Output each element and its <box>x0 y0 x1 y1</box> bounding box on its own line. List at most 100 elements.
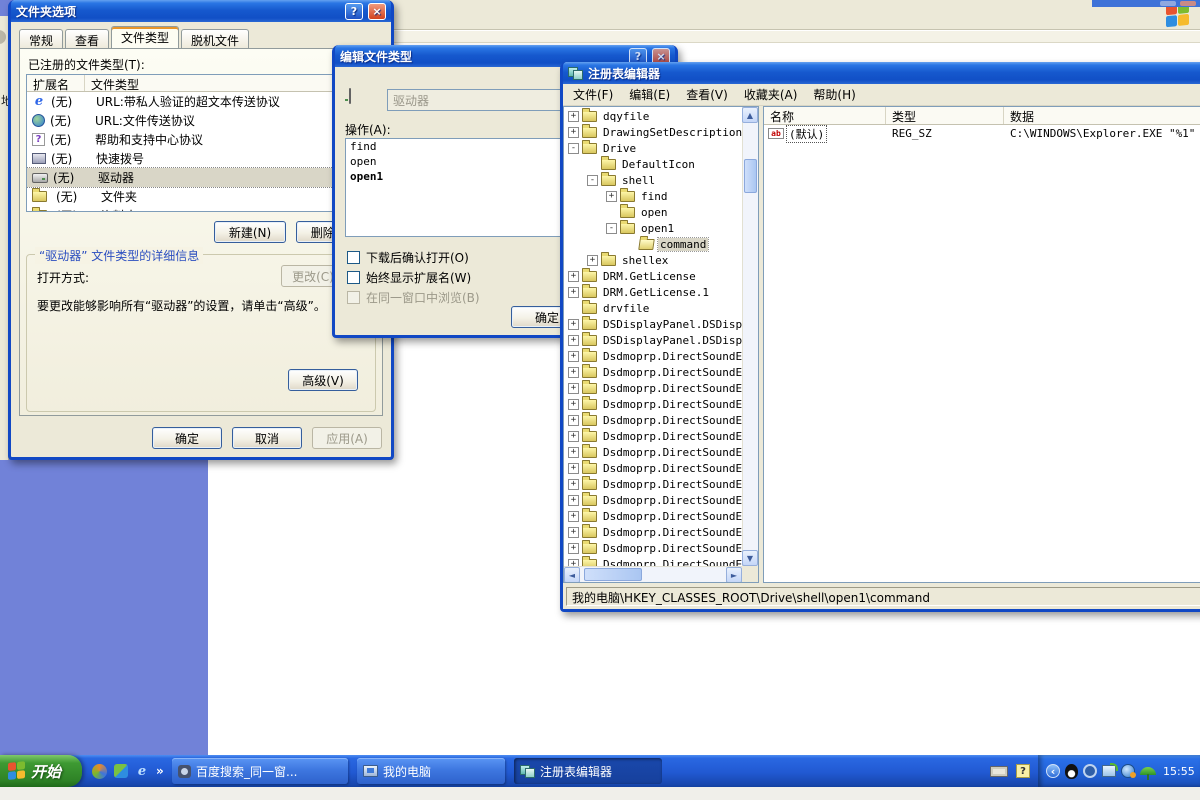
tree-node[interactable]: DefaultIcon <box>564 155 742 172</box>
help-tray-icon[interactable]: ? <box>1016 764 1030 778</box>
file-type-row[interactable]: (无) 资料夹 <box>27 206 359 211</box>
collapse-chevron-icon[interactable]: ‹ <box>1046 764 1060 778</box>
keyboard-icon[interactable] <box>990 765 1008 777</box>
collapse-icon[interactable]: - <box>606 222 617 234</box>
start-button[interactable]: 开始 <box>0 755 82 787</box>
tree-node[interactable]: + dqyfile <box>564 107 742 124</box>
checkbox-row[interactable]: 始终显示扩展名(W) <box>347 269 471 286</box>
expand-icon[interactable]: + <box>568 286 579 298</box>
apply-button[interactable]: 应用(A) <box>312 427 382 449</box>
tab-文件类型[interactable]: 文件类型 <box>111 26 180 48</box>
file-types-listview[interactable]: 扩展名 文件类型 e (无) URL:带私人验证的超文本传送协议 (无) URL:文件传… <box>26 74 376 212</box>
collapse-icon[interactable]: - <box>568 142 579 154</box>
scroll-right-icon[interactable]: ► <box>726 567 742 582</box>
help-button[interactable]: ? <box>345 2 363 20</box>
expand-icon[interactable]: + <box>568 446 579 458</box>
expand-icon[interactable]: + <box>568 318 579 330</box>
expand-icon[interactable]: + <box>568 430 579 442</box>
scroll-up-icon[interactable]: ▲ <box>742 107 758 123</box>
expand-icon[interactable]: + <box>568 366 579 378</box>
chevron-right-icon[interactable]: » <box>156 764 164 778</box>
scroll-left-icon[interactable]: ◄ <box>564 567 580 582</box>
expand-icon[interactable]: + <box>568 462 579 474</box>
folder-options-titlebar[interactable]: 文件夹选项 ? × <box>11 0 391 22</box>
expand-icon[interactable]: + <box>568 558 579 566</box>
tree-node[interactable]: drvfile <box>564 299 742 316</box>
tree-node[interactable]: - open1 <box>564 219 742 236</box>
collapse-icon[interactable]: - <box>587 174 598 186</box>
tree-node[interactable]: + Dsdmoprp.DirectSoundEff <box>564 411 742 428</box>
tree-node[interactable]: + Dsdmoprp.DirectSoundEff <box>564 555 742 566</box>
tree-node[interactable]: - Drive <box>564 139 742 156</box>
expand-icon[interactable]: + <box>568 494 579 506</box>
expand-icon[interactable]: + <box>568 270 579 282</box>
tree-node[interactable]: + DRM.GetLicense <box>564 267 742 284</box>
umbrella-icon[interactable] <box>1140 767 1156 780</box>
taskbar-button[interactable]: 百度搜索_同一窗... <box>172 758 348 784</box>
expand-icon[interactable]: + <box>568 478 579 490</box>
expand-icon[interactable]: + <box>568 510 579 522</box>
checkbox-icon[interactable] <box>347 271 360 284</box>
tree-node[interactable]: + DRM.GetLicense.1 <box>564 283 742 300</box>
file-type-row[interactable]: ? (无) 帮助和支持中心协议 <box>27 130 359 149</box>
checkbox-icon[interactable] <box>347 251 360 264</box>
tree-node[interactable]: + Dsdmoprp.DirectSoundEff <box>564 475 742 492</box>
expand-icon[interactable]: + <box>568 382 579 394</box>
tree-node[interactable]: + Dsdmoprp.DirectSoundEff <box>564 459 742 476</box>
column-name[interactable]: 名称 <box>764 107 886 124</box>
network-icon[interactable] <box>1102 763 1118 777</box>
tree-node[interactable]: + Dsdmoprp.DirectSoundEff <box>564 427 742 444</box>
menu-查看(V)[interactable]: 查看(V) <box>678 84 736 105</box>
file-type-row[interactable]: (无) 快速拨号 <box>27 149 359 168</box>
expand-icon[interactable]: + <box>568 110 579 122</box>
taskbar-button[interactable]: 我的电脑 <box>357 758 505 784</box>
tab-查看[interactable]: 查看 <box>65 29 110 48</box>
expand-icon[interactable]: + <box>587 254 598 266</box>
menu-文件(F)[interactable]: 文件(F) <box>565 84 621 105</box>
expand-icon[interactable]: + <box>568 350 579 362</box>
tree-node[interactable]: + shellex <box>564 251 742 268</box>
file-type-row[interactable]: (无) 驱动器 <box>27 167 359 188</box>
baidu-tray-icon[interactable] <box>1083 764 1097 778</box>
ie-icon[interactable]: e <box>135 764 149 779</box>
value-row[interactable]: ab (默认) REG_SZ C:\WINDOWS\Explorer.EXE "%1" <box>764 124 1200 143</box>
checkbox-row[interactable]: 下载后确认打开(O) <box>347 249 469 266</box>
expand-icon[interactable]: + <box>568 542 579 554</box>
tree-node[interactable]: + Dsdmoprp.DirectSoundEff <box>564 523 742 540</box>
expand-icon[interactable]: + <box>568 526 579 538</box>
checkbox-row[interactable]: 在同一窗口中浏览(B) <box>347 289 480 306</box>
tab-脱机文件[interactable]: 脱机文件 <box>181 29 250 48</box>
expand-icon[interactable]: + <box>568 334 579 346</box>
tree-node[interactable]: + DrawingSetDescription <box>564 123 742 140</box>
tree-node[interactable]: + Dsdmoprp.DirectSoundEff <box>564 539 742 556</box>
tree-node[interactable]: + Dsdmoprp.DirectSoundEff <box>564 491 742 508</box>
tree-node[interactable]: + Dsdmoprp.DirectSoundEff <box>564 363 742 380</box>
checkbox-icon[interactable] <box>347 291 360 304</box>
column-type[interactable]: 类型 <box>886 107 1004 124</box>
tree-node[interactable]: + Dsdmoprp.DirectSoundEff <box>564 379 742 396</box>
tree-node[interactable]: + Dsdmoprp.DirectSoundEff <box>564 347 742 364</box>
globe-icon[interactable] <box>1121 764 1136 778</box>
file-type-row[interactable]: (无) URL:文件传送协议 <box>27 111 359 130</box>
expand-icon[interactable]: + <box>568 414 579 426</box>
tree-node[interactable]: - shell <box>564 171 742 188</box>
tree-vertical-scrollbar[interactable]: ▲ ▼ <box>742 107 758 566</box>
messenger-icon[interactable] <box>114 764 128 778</box>
tree-node[interactable]: command <box>564 236 742 252</box>
horizontal-scroll-thumb[interactable] <box>584 568 642 581</box>
menu-收藏夹(A)[interactable]: 收藏夹(A) <box>736 84 806 105</box>
tree-node[interactable]: open <box>564 203 742 220</box>
advanced-button[interactable]: 高级(V) <box>288 369 358 391</box>
registry-editor-titlebar[interactable]: 注册表编辑器 <box>563 62 1200 84</box>
tab-常规[interactable]: 常规 <box>19 29 64 48</box>
tree-node[interactable]: + DSDisplayPanel.DSDisplay <box>564 315 742 332</box>
cancel-button[interactable]: 取消 <box>232 427 302 449</box>
column-extension[interactable]: 扩展名 <box>27 75 85 92</box>
new-button[interactable]: 新建(N) <box>214 221 286 243</box>
tree-node[interactable]: + Dsdmoprp.DirectSoundEff <box>564 507 742 524</box>
taskbar-button[interactable]: 注册表编辑器 <box>514 758 662 784</box>
expand-icon[interactable]: + <box>606 190 617 202</box>
file-type-row[interactable]: e (无) URL:带私人验证的超文本传送协议 <box>27 92 359 111</box>
tree-node[interactable]: + find <box>564 187 742 204</box>
close-button[interactable]: × <box>368 2 386 20</box>
